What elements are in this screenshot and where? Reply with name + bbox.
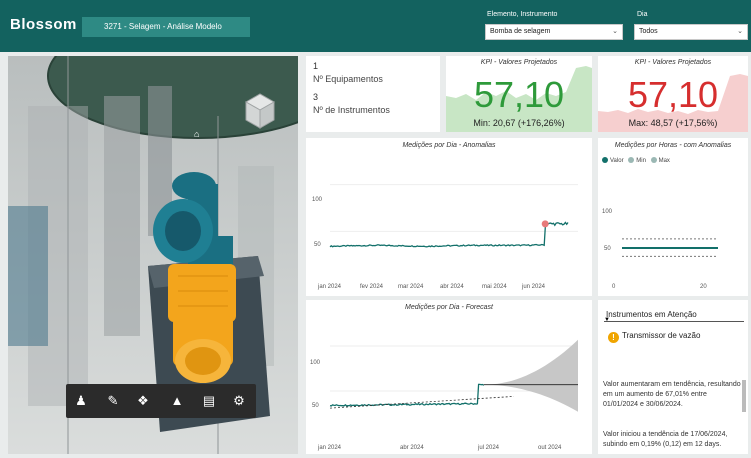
atencao-item[interactable]: ! Transmissor de vazão [608, 331, 700, 343]
y-tick-label: 100 [602, 209, 613, 215]
counts-card: 1 Nº Equipamentos 3 Nº de Instrumentos [306, 56, 440, 132]
y-tick-label: 50 [314, 242, 321, 248]
properties-icon[interactable]: ▤ [198, 391, 220, 411]
history-line [329, 383, 485, 407]
3d-model-viewer[interactable]: ⌂ ♟ ✎ ❖ ▲ ▤ ⚙ [8, 56, 298, 454]
header-bar: Blossom 3271 - Selagem - Análise Modelo … [0, 0, 751, 52]
page-title: 3271 - Selagem - Análise Modelo [82, 17, 250, 37]
x-tick-label: mai 2024 [482, 284, 507, 290]
atencao-text-2: Valor iniciou a tendência de 17/06/2024,… [603, 431, 728, 448]
atencao-title: Instrumentos em Atenção [606, 310, 697, 319]
x-tick-label: abr 2024 [400, 445, 424, 451]
equipamentos-count: 1 [313, 61, 319, 71]
filter-elemento-label: Elemento, Instrumento [487, 11, 558, 18]
hierarchy-icon[interactable]: ▲ [166, 391, 188, 411]
chart-horas-card: Medições por Horas - com Anomalias Valor… [598, 138, 748, 296]
sort-arrow-icon[interactable]: ▼ [604, 317, 610, 323]
kpi-left-value: 57,10 [473, 74, 565, 115]
series-line [329, 221, 569, 248]
chart-forecast-card: Medições por Dia - Forecast 100 50 jan 2… [306, 300, 592, 454]
x-tick-label: jan 2024 [317, 284, 342, 290]
y-tick-label: 100 [310, 360, 321, 366]
chart-horas-plot[interactable]: 100 50 0 20 [598, 138, 748, 296]
instrumentos-count: 3 [313, 92, 319, 102]
x-tick-label: jul 2024 [477, 445, 500, 451]
scrollbar[interactable] [742, 380, 746, 412]
forecast-band [483, 339, 578, 412]
chevron-down-icon: ⌄ [612, 28, 618, 35]
chart-anomalias-plot[interactable]: 100 50 jan 2024 fev 2024 mar 2024 abr 20… [306, 138, 592, 296]
kpi-right-sub: Max: 48,57 (+17,56%) [628, 118, 718, 128]
kpi-right-value: 57,10 [627, 74, 719, 115]
x-tick-label: jun 2024 [521, 284, 546, 290]
atencao-divider [604, 321, 744, 322]
y-tick-label: 100 [312, 197, 323, 203]
anomaly-point [541, 220, 549, 228]
trend-line [329, 396, 514, 409]
gear-icon[interactable]: ⚙ [228, 391, 250, 411]
y-tick-label: 50 [604, 246, 611, 252]
chart-anomalias-card: Medições por Dia - Anomalias 100 50 jan … [306, 138, 592, 296]
x-tick-label: abr 2024 [440, 284, 464, 290]
filter-dia-value: Todos [639, 28, 658, 35]
atencao-item-label: Transmissor de vazão [622, 331, 701, 340]
chevron-down-icon: ⌄ [737, 28, 743, 35]
kpi-left-sub: Min: 20,67 (+176,26%) [473, 118, 565, 128]
filter-elemento-value: Bomba de selagem [490, 28, 551, 35]
kpi-card-right: KPI - Valores Projetados 57,10 Max: 48,5… [598, 56, 748, 132]
instrumentos-label: Nº de Instrumentos [313, 105, 390, 115]
y-tick-label: 50 [312, 403, 319, 409]
pencil-icon[interactable]: ✎ [102, 391, 124, 411]
x-tick-label: mar 2024 [398, 284, 424, 290]
x-tick-label: 20 [700, 284, 707, 290]
viewer-toolbar: ♟ ✎ ❖ ▲ ▤ ⚙ [66, 384, 256, 418]
person-icon[interactable]: ♟ [70, 391, 92, 411]
view-cube [244, 93, 276, 129]
home-icon[interactable]: ⌂ [194, 129, 199, 139]
atencao-card: Instrumentos em Atenção ▼ ! Transmissor d… [598, 300, 748, 454]
warning-icon: ! [608, 332, 619, 343]
filter-elemento-dropdown[interactable]: Bomba de selagem ⌄ [485, 24, 623, 40]
x-tick-label: out 2024 [538, 445, 562, 451]
chart-forecast-plot[interactable]: 100 50 jan 2024 abr 2024 jul 2024 out 20… [306, 300, 592, 454]
x-tick-label: fev 2024 [360, 284, 384, 290]
cube-icon[interactable]: ❖ [132, 391, 154, 411]
kpi-card-left: KPI - Valores Projetados 57,10 Min: 20,6… [446, 56, 592, 132]
filter-dia-dropdown[interactable]: Todos ⌄ [634, 24, 748, 40]
x-tick-label: 0 [612, 284, 616, 290]
kpi-left-title: KPI - Valores Projetados [480, 59, 558, 66]
kpi-right-title: KPI - Valores Projetados [634, 59, 712, 66]
x-tick-label: jan 2024 [317, 445, 342, 451]
filter-dia-label: Dia [637, 11, 648, 18]
atencao-text-1: Valor aumentaram em tendência, resultand… [603, 381, 741, 408]
equipamentos-label: Nº Equipamentos [313, 74, 383, 84]
app-logo: Blossom [10, 16, 77, 33]
